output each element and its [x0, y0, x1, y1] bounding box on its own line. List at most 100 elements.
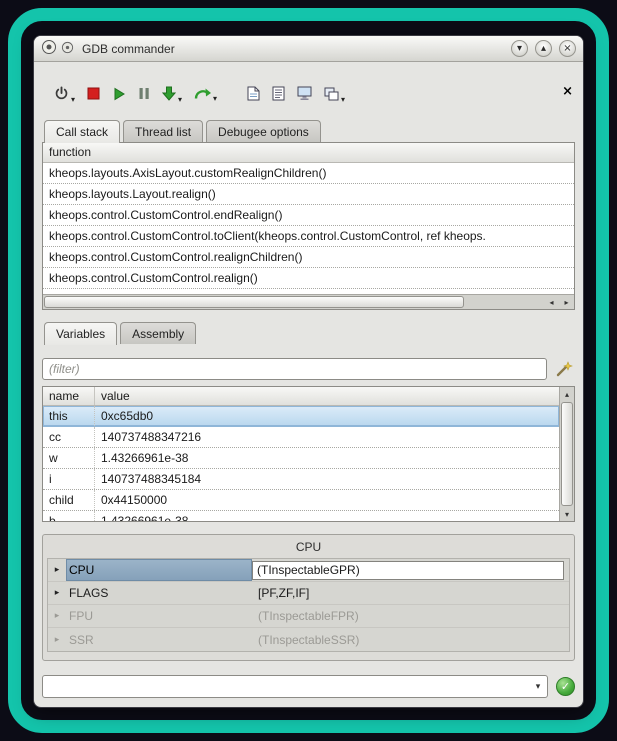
scroll-left-icon[interactable]: ◂ [544, 295, 559, 309]
variable-value: 140737488345184 [95, 469, 559, 489]
call-stack-row[interactable]: kheops.control.CustomControl.toClient(kh… [43, 226, 574, 247]
scroll-down-icon[interactable]: ▾ [560, 507, 574, 521]
maximize-button[interactable]: ▴ [535, 40, 552, 57]
filter-input[interactable] [42, 358, 547, 380]
cpu-register-tree: ▸ CPU (TInspectableGPR) ▸ FLAGS [PF,ZF,I… [47, 558, 570, 652]
variable-name: child [43, 490, 95, 510]
expand-icon[interactable]: ▸ [48, 611, 66, 621]
scrollbar-thumb[interactable] [44, 296, 464, 308]
step-into-button[interactable]: ▾ [162, 86, 182, 104]
variables-tabbar: Variables Assembly [42, 322, 575, 344]
cpu-panel: CPU ▸ CPU (TInspectableGPR) ▸ FLAGS [PF,… [42, 534, 575, 661]
variables-panel: name value this 0xc65db0 cc 140737488347… [42, 386, 575, 522]
confirm-button[interactable]: ✓ [556, 677, 575, 696]
call-stack-row[interactable]: kheops.control.CustomControl.endRealign(… [43, 205, 574, 226]
cpu-tree-row[interactable]: ▸ CPU (TInspectableGPR) [48, 559, 569, 582]
source-page-button[interactable] [247, 86, 260, 104]
close-button[interactable]: × [559, 40, 576, 57]
dock-close-icon[interactable]: × [562, 85, 573, 98]
scrollbar-thumb[interactable] [561, 402, 573, 506]
call-stack-row[interactable]: kheops.control.CustomControl.realign() [43, 268, 574, 289]
variable-name: this [43, 406, 95, 426]
cpu-row-name[interactable]: FPU [66, 605, 252, 627]
gdb-commander-window: GDB commander ▾ ▴ × × ▾ ▾ [34, 36, 583, 707]
cpu-row-name[interactable]: FLAGS [66, 582, 252, 604]
minimize-button[interactable]: ▾ [511, 40, 528, 57]
cpu-tree-row[interactable]: ▸ SSR (TInspectableSSR) [48, 628, 569, 651]
variables-header: name value [43, 387, 559, 406]
variable-value: 0xc65db0 [95, 406, 559, 426]
stack-tabbar: Call stack Thread list Debugee options [42, 120, 575, 142]
log-page-button[interactable] [272, 86, 285, 104]
tab-debugee-options[interactable]: Debugee options [206, 120, 321, 142]
command-input[interactable] [43, 676, 529, 697]
variable-value: 0x44150000 [95, 490, 559, 510]
expand-icon[interactable]: ▸ [48, 588, 66, 598]
call-stack-row[interactable]: kheops.layouts.AxisLayout.customRealignC… [43, 163, 574, 184]
command-row: ▾ ✓ [42, 675, 575, 698]
cpu-row-name[interactable]: CPU [66, 559, 252, 581]
tab-call-stack[interactable]: Call stack [44, 120, 120, 143]
expand-icon[interactable]: ▸ [48, 635, 66, 645]
combo-dropdown-icon[interactable]: ▾ [529, 682, 547, 692]
horizontal-scrollbar[interactable]: ◂ ▸ [43, 294, 574, 309]
variable-row[interactable]: cc 140737488347216 [43, 427, 559, 448]
vertical-scrollbar[interactable]: ▴ ▾ [559, 387, 574, 521]
inspect-windows-button[interactable]: ▾ [324, 87, 345, 104]
variable-name: w [43, 448, 95, 468]
filter-row [42, 358, 575, 380]
call-stack-row[interactable]: kheops.control.CustomControl.realignChil… [43, 247, 574, 268]
variable-row[interactable]: i 140737488345184 [43, 469, 559, 490]
step-into-icon [162, 86, 176, 104]
scrollbar-track[interactable] [465, 295, 544, 309]
tab-variables[interactable]: Variables [44, 322, 117, 345]
column-header-name[interactable]: name [43, 387, 95, 405]
variables-body: this 0xc65db0 cc 140737488347216 w 1.432… [43, 406, 559, 522]
cpu-row-value[interactable]: [PF,ZF,IF] [252, 586, 564, 600]
debug-toolbar: ▾ ▾ ▾ [42, 82, 575, 108]
cpu-panel-title: CPU [47, 537, 570, 558]
call-stack-panel: function kheops.layouts.AxisLayout.custo… [42, 142, 575, 310]
power-icon [54, 86, 69, 104]
chevron-down-icon[interactable]: ▾ [341, 95, 345, 104]
cpu-row-value[interactable]: (TInspectableGPR) [252, 561, 564, 580]
app-icon[interactable] [41, 39, 57, 58]
variable-name: cc [43, 427, 95, 447]
call-stack-row[interactable]: kheops.layouts.Layout.realign() [43, 184, 574, 205]
power-button[interactable]: ▾ [54, 86, 75, 104]
chevron-down-icon[interactable]: ▾ [178, 95, 182, 104]
variable-row[interactable]: b 1.43266961e-38 [43, 511, 559, 522]
pause-button[interactable] [138, 87, 150, 103]
chevron-down-icon[interactable]: ▾ [213, 94, 217, 103]
variable-row[interactable]: w 1.43266961e-38 [43, 448, 559, 469]
command-combobox[interactable]: ▾ [42, 675, 548, 698]
stop-icon [87, 87, 100, 103]
variable-row[interactable]: this 0xc65db0 [43, 406, 559, 427]
cpu-row-value[interactable]: (TInspectableFPR) [252, 609, 564, 623]
tab-assembly[interactable]: Assembly [120, 322, 196, 344]
monitor-icon [297, 86, 312, 104]
cpu-row-name[interactable]: SSR [66, 628, 252, 651]
filter-options-icon[interactable] [553, 359, 575, 379]
cpu-tree-row[interactable]: ▸ FLAGS [PF,ZF,IF] [48, 582, 569, 605]
variable-value: 1.43266961e-38 [95, 448, 559, 468]
cpu-row-value[interactable]: (TInspectableSSR) [252, 633, 564, 647]
variable-name: i [43, 469, 95, 489]
variable-value: 140737488347216 [95, 427, 559, 447]
scroll-right-icon[interactable]: ▸ [559, 295, 574, 309]
variable-row[interactable]: child 0x44150000 [43, 490, 559, 511]
chevron-down-icon[interactable]: ▾ [71, 95, 75, 104]
cpu-tree-row[interactable]: ▸ FPU (TInspectableFPR) [48, 605, 569, 628]
titlebar[interactable]: GDB commander ▾ ▴ × [34, 36, 583, 62]
scroll-up-icon[interactable]: ▴ [560, 387, 574, 401]
stop-button[interactable] [87, 87, 100, 103]
column-header-function[interactable]: function [43, 143, 574, 163]
list-page-icon [272, 86, 285, 104]
column-header-value[interactable]: value [95, 387, 559, 405]
expand-icon[interactable]: ▸ [48, 565, 66, 575]
step-over-button[interactable]: ▾ [194, 87, 217, 103]
variable-name: b [43, 511, 95, 522]
run-button[interactable] [112, 87, 126, 104]
tab-thread-list[interactable]: Thread list [123, 120, 203, 142]
target-monitor-button[interactable] [297, 86, 312, 104]
